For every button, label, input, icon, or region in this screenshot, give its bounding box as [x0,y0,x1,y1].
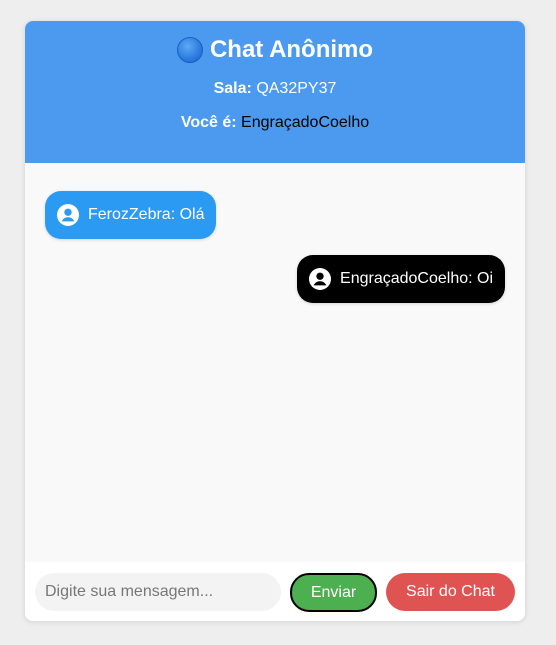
room-code: QA32PY37 [256,80,337,97]
message-text: EngraçadoCoelho: Oi [340,270,493,287]
blue-circle-icon [176,37,203,63]
message-text: FerozZebra: Olá [88,206,205,223]
message-bubble-own: EngraçadoCoelho: Oi [297,255,505,303]
room-info: Sala: QA32PY37 [25,80,525,98]
you-label: Você é: [180,114,237,131]
leave-chat-button[interactable]: Sair do Chat [386,573,515,611]
user-avatar-icon [57,204,79,226]
page-title: Chat Anônimo [25,36,525,64]
message-bubble-other: FerozZebra: Olá [45,191,217,239]
composer: Enviar Sair do Chat [25,562,525,621]
user-info: Você é: EngraçadoCoelho [25,114,525,132]
chat-window: Chat Anônimo Sala: QA32PY37 Você é: Engr… [25,21,525,621]
title-text: Chat Anônimo [209,36,374,63]
you-name: EngraçadoCoelho [241,114,370,131]
user-avatar-icon [309,268,332,290]
room-label: Sala: [213,80,252,97]
send-button[interactable]: Enviar [290,573,377,612]
message-list[interactable]: FerozZebra: Olá EngraçadoCoelho: Oi [25,163,525,563]
chat-header: Chat Anônimo Sala: QA32PY37 Você é: Engr… [25,21,525,163]
message-input[interactable] [35,573,281,611]
